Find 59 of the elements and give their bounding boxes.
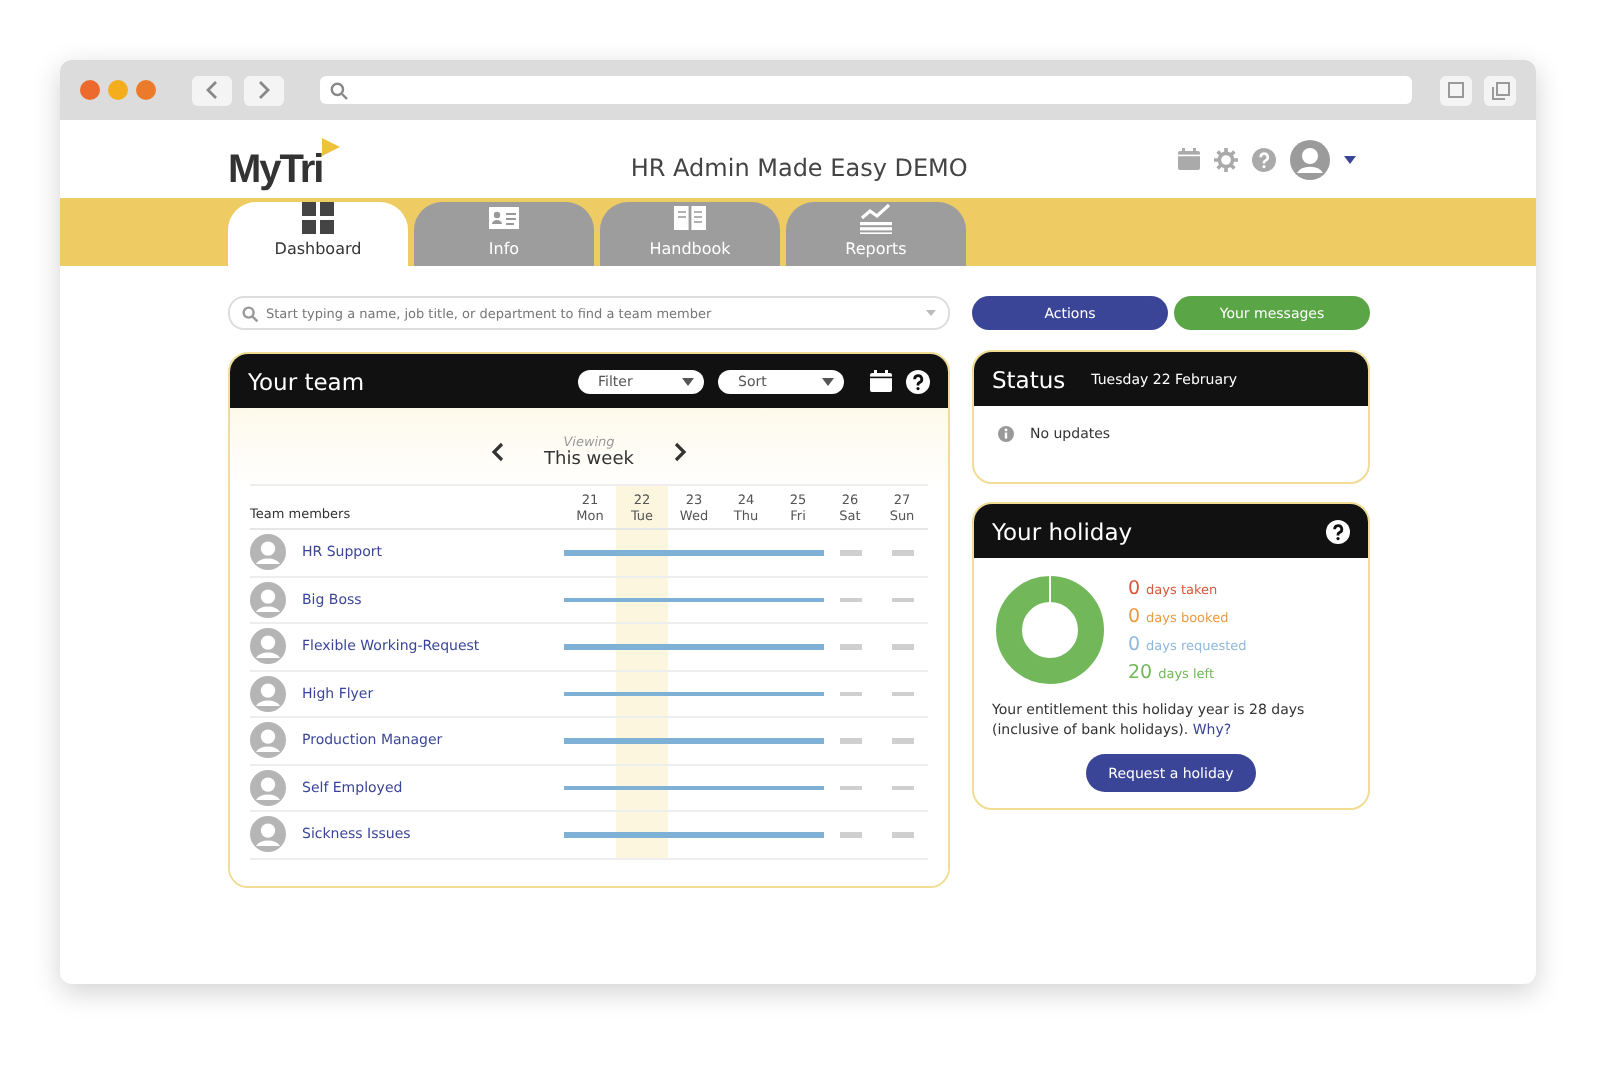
book-icon [674,202,706,234]
settings-icon[interactable] [1214,147,1238,171]
panel-title: Your team [248,367,367,395]
avatar-icon [250,675,286,712]
search-icon [242,305,258,321]
chevron-right-icon [256,80,272,100]
caret-down-icon [682,377,694,385]
flag-icon [322,137,341,155]
help-icon[interactable] [1326,519,1350,543]
help-icon[interactable] [906,369,930,393]
chevron-left-icon [204,80,220,100]
avatar-icon [250,534,286,571]
day-off-bar [891,644,913,649]
square-icon [1448,82,1464,98]
caret-down-icon [926,310,936,316]
donut-drawing [996,576,1104,684]
day-off-bar [891,832,913,837]
window-dot-icon [108,80,128,100]
window-dot-icon [80,80,100,100]
grid-icon [302,202,334,234]
day-off-bar [839,644,861,649]
chevron-right-icon[interactable] [673,442,688,462]
day-off-bar [839,597,861,602]
avatar-icon [250,816,286,853]
app-title: HR Admin Made Easy DEMO [628,153,970,181]
caret-down-icon [822,377,834,385]
panel-title: Status [992,365,1066,393]
day-off-bar [839,785,861,790]
logo[interactable]: MyTri [228,137,341,193]
avatar-icon [250,628,286,665]
day-off-bar [891,785,913,790]
window-dot-icon [136,80,156,100]
search-icon [330,81,348,99]
window-button[interactable] [1440,75,1472,105]
nav-tab[interactable]: Dashboard [228,202,408,266]
avatar-icon [250,581,286,618]
tabs-button[interactable] [1484,75,1516,105]
calendar-icon[interactable] [870,370,892,392]
day-off-bar [891,691,913,696]
week-label: This week [544,450,634,470]
panel-title: Your holiday [992,517,1135,545]
chart-icon [860,202,892,234]
day-off-bar [891,550,913,555]
day-off-bar [839,691,861,696]
id-card-icon [488,202,520,234]
day-off-bar [839,550,861,555]
chevron-left-icon[interactable] [490,442,505,462]
forward-button[interactable] [244,75,284,105]
info-icon [998,426,1014,442]
day-off-bar [891,597,913,602]
stacked-squares-icon [1491,81,1509,99]
day-off-bar [839,832,861,837]
day-off-bar [891,738,913,743]
avatar-icon[interactable] [1290,139,1330,179]
avatar-icon [250,769,286,806]
back-button[interactable] [192,75,232,105]
day-off-bar [839,738,861,743]
avatar-icon [250,722,286,759]
caret-down-icon[interactable] [1344,155,1356,163]
